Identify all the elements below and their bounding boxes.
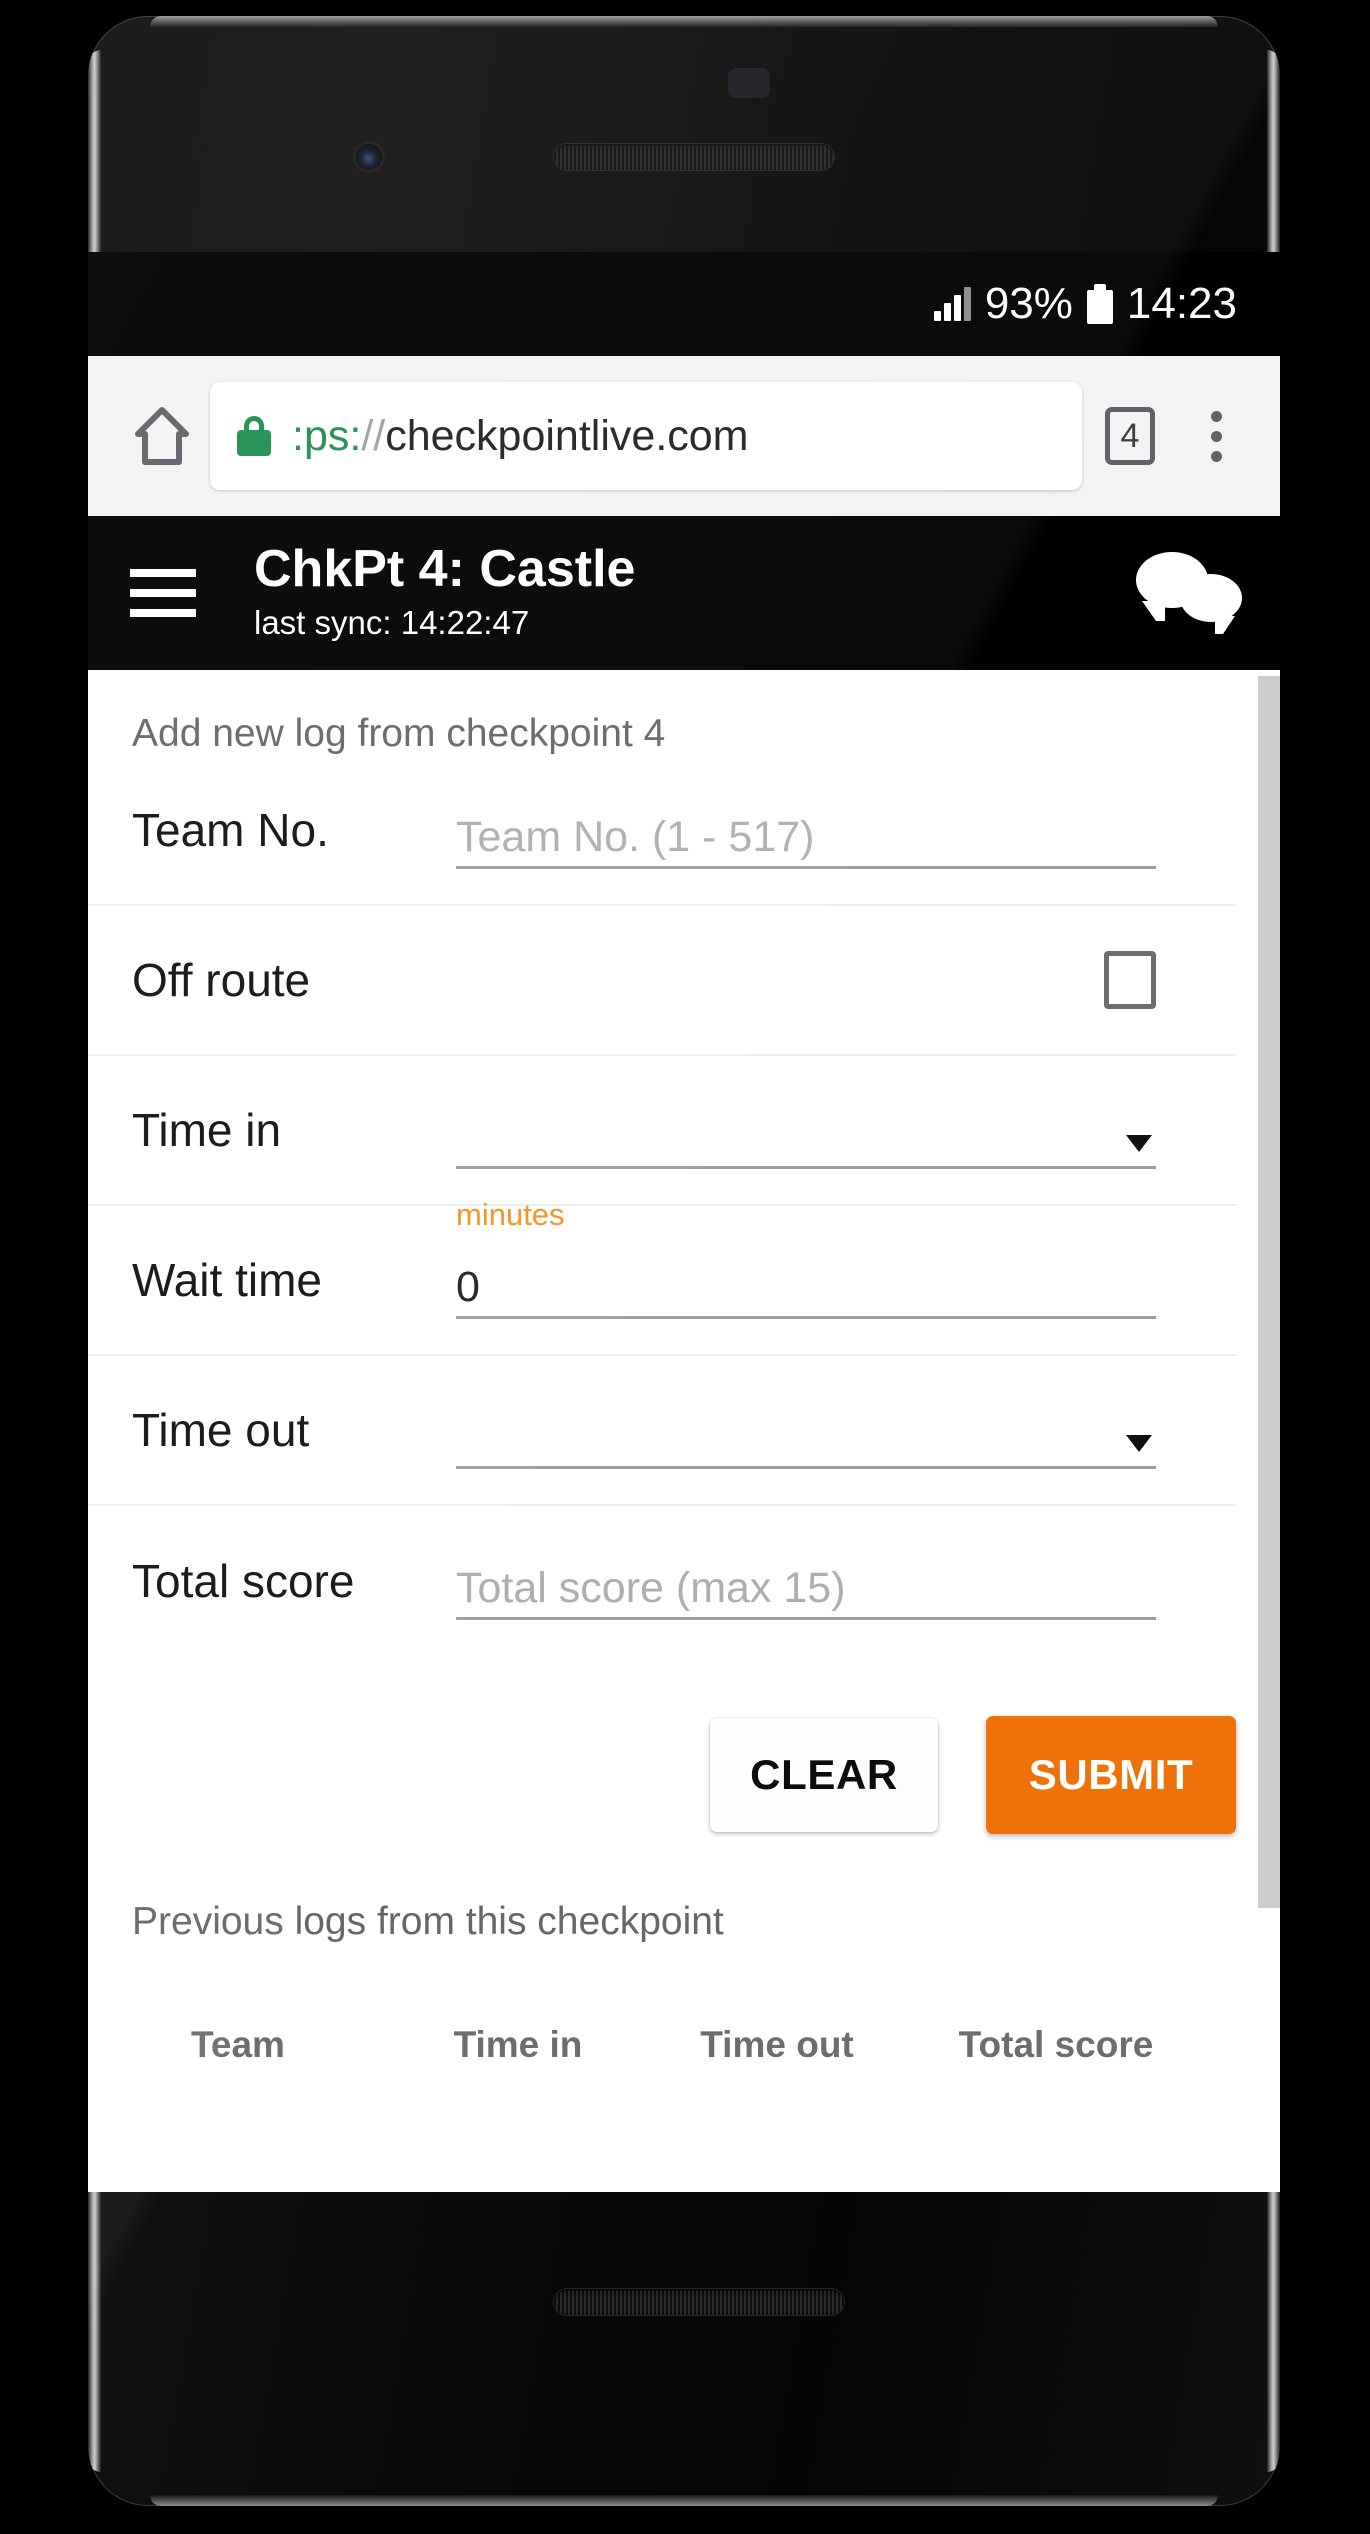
url-bar[interactable]: :ps://checkpointlive.com	[210, 382, 1082, 490]
label-total-score: Total score	[132, 1555, 355, 1607]
app-bar-titles: ChkPt 4: Castle last sync: 14:22:47	[220, 539, 1134, 646]
browser-toolbar: :ps://checkpointlive.com 4	[88, 356, 1280, 516]
tab-switcher-button[interactable]: 4	[1082, 407, 1178, 465]
submit-button[interactable]: SUBMIT	[986, 1716, 1236, 1834]
battery-percent-label: 93%	[984, 279, 1073, 328]
url-host: checkpointlive.com	[385, 411, 749, 460]
form-heading: Add new log from checkpoint 4	[132, 712, 666, 755]
frame-rail-top	[150, 16, 1218, 27]
label-wait-time: Wait time	[132, 1254, 322, 1306]
proximity-sensor	[728, 68, 770, 98]
previous-logs-table-header: Team Time in Time out Total score	[88, 1944, 1280, 2066]
total-score-placeholder: Total score (max 15)	[456, 1563, 846, 1612]
bottom-speaker-grille	[554, 2289, 844, 2315]
field-wait-time: minutes 0	[456, 1197, 1192, 1319]
label-time-out: Time out	[132, 1404, 310, 1456]
form-row-wait-time: Wait time minutes 0	[88, 1197, 1236, 1356]
form-row-time-out: Time out	[88, 1356, 1236, 1506]
field-team-no: Team No. (1 - 517)	[456, 791, 1192, 869]
team-no-input[interactable]: Team No. (1 - 517)	[456, 791, 1156, 869]
form-row-time-in: Time in	[88, 1056, 1236, 1206]
url-text: :ps://checkpointlive.com	[292, 412, 749, 461]
form-row-off-route: Off route	[88, 906, 1236, 1056]
content-inner: Add new log from checkpoint 4 Team No. T…	[88, 670, 1280, 2192]
clear-button[interactable]: CLEAR	[710, 1718, 938, 1832]
battery-full-icon	[1086, 284, 1113, 324]
field-time-in	[456, 1091, 1192, 1169]
last-sync-label: last sync: 14:22:47	[254, 603, 530, 641]
team-no-placeholder: Team No. (1 - 517)	[456, 812, 815, 861]
total-score-input[interactable]: Total score (max 15)	[456, 1542, 1156, 1620]
url-slashes: //	[361, 411, 386, 460]
form-row-team-no: Team No. Team No. (1 - 517)	[88, 756, 1236, 906]
time-out-select[interactable]	[456, 1391, 1156, 1469]
scrollbar-thumb[interactable]	[1258, 676, 1280, 1908]
wait-time-input[interactable]: minutes 0	[456, 1197, 1156, 1319]
overflow-menu-icon[interactable]	[1178, 410, 1254, 462]
status-bar-clock: 14:23	[1126, 279, 1237, 328]
form-actions: CLEAR SUBMIT	[88, 1656, 1280, 1834]
chevron-down-icon	[1126, 1435, 1152, 1452]
column-header-team: Team	[191, 2024, 285, 2065]
lock-secure-icon	[236, 414, 272, 458]
signal-bars-icon	[933, 287, 971, 321]
chevron-down-icon	[1126, 1135, 1152, 1152]
phone-screen: 93% 14:23 :ps://checkpointlive.com 4 Chk…	[88, 252, 1280, 2192]
page-content: Add new log from checkpoint 4 Team No. T…	[88, 670, 1280, 2192]
front-camera	[356, 144, 382, 170]
home-icon[interactable]	[114, 406, 210, 466]
field-time-out	[456, 1391, 1192, 1469]
form-row-total-score: Total score Total score (max 15)	[88, 1506, 1236, 1656]
wait-time-value: 0	[456, 1262, 480, 1311]
chat-bubbles-icon[interactable]	[1134, 548, 1244, 638]
phone-device-frame: 93% 14:23 :ps://checkpointlive.com 4 Chk…	[88, 16, 1280, 2506]
column-header-total-score: Total score	[958, 2024, 1154, 2065]
label-time-in: Time in	[132, 1104, 282, 1156]
frame-rail-bottom	[150, 2495, 1218, 2506]
earpiece-speaker	[554, 144, 834, 170]
column-header-time-in: Time in	[453, 2024, 583, 2065]
log-entry-form: Team No. Team No. (1 - 517) Off route Ti…	[88, 756, 1236, 1656]
label-team-no: Team No.	[132, 804, 329, 856]
wait-time-unit-label: minutes	[456, 1197, 565, 1232]
label-off-route: Off route	[132, 954, 311, 1006]
hamburger-menu-icon[interactable]	[124, 569, 220, 617]
app-bar: ChkPt 4: Castle last sync: 14:22:47	[88, 516, 1280, 670]
url-scheme: :ps:	[292, 411, 362, 460]
previous-logs-heading: Previous logs from this checkpoint	[132, 1900, 724, 1943]
page-title: ChkPt 4: Castle	[254, 539, 636, 598]
off-route-checkbox[interactable]	[1104, 951, 1156, 1009]
field-off-route	[456, 951, 1192, 1009]
tab-count-label: 4	[1105, 407, 1155, 465]
page-scrollbar[interactable]	[1258, 670, 1280, 2192]
field-total-score: Total score (max 15)	[456, 1542, 1192, 1620]
time-in-select[interactable]	[456, 1091, 1156, 1169]
status-bar: 93% 14:23	[88, 252, 1280, 356]
column-header-time-out: Time out	[700, 2024, 854, 2065]
